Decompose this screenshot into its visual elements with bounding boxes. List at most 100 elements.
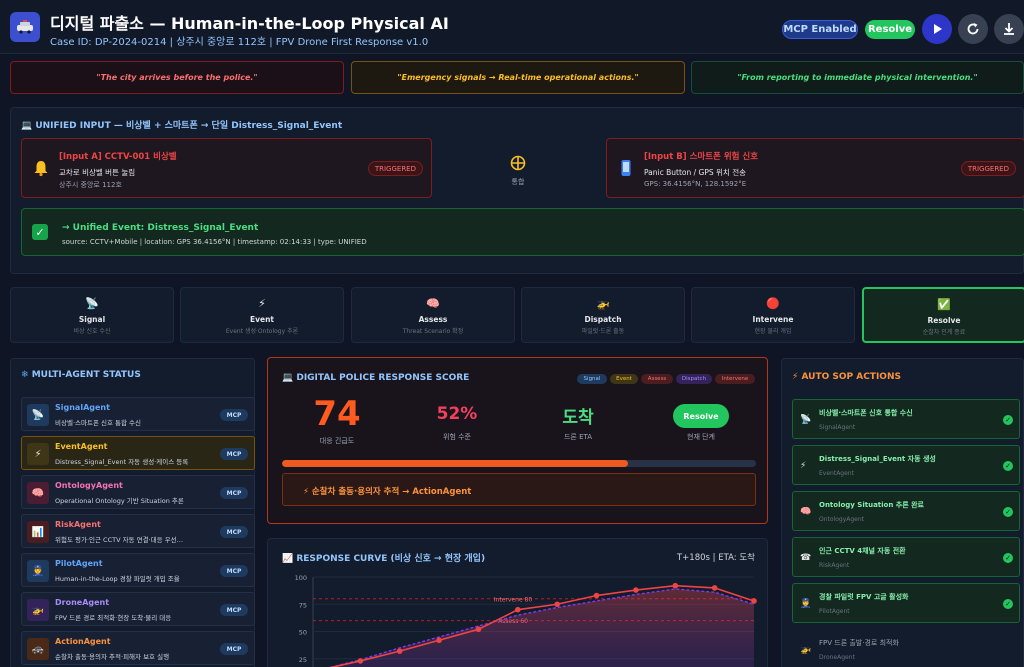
laptop-icon: 💻 (21, 121, 36, 131)
step-desc: 순찰차 인계 종료 (922, 329, 966, 336)
response-progress-bar (282, 460, 756, 467)
current-action-box: ⚡ 순찰차 출동·용의자 추적 → ActionAgent (282, 473, 756, 506)
brain-icon: 🧠 (426, 297, 440, 310)
download-button[interactable] (994, 14, 1024, 44)
agent-desc: FPV 드론 경로 최적화·현장 도착·물리 대응 (55, 614, 172, 622)
mcp-enabled-badge: MCP Enabled (782, 20, 858, 39)
agent-icon: 👮 (27, 560, 49, 582)
data-point (633, 587, 639, 593)
agent-mcp-badge: MCP (220, 409, 248, 421)
sop-item[interactable]: 👮 경찰 파일럿 FPV 고글 활성화 PilotAgent ✓ (792, 583, 1020, 623)
chip-event: Event (610, 374, 638, 384)
red-circle-icon: 🔴 (766, 297, 780, 310)
unified-input-title: 💻 UNIFIED INPUT — 비상벨 + 스마트폰 → 단일 Distre… (21, 121, 343, 131)
sop-item-agent: PilotAgent (819, 608, 850, 615)
sop-item[interactable]: 📡 비상벨·스마트폰 신호 통합 수신 SignalAgent ✓ (792, 399, 1020, 439)
agent-desc: 순찰차 출동·용의자 추적·피해자 보호 실행 (55, 653, 170, 661)
resolve-stage-button[interactable]: Resolve (673, 404, 729, 428)
response-progress-fill (282, 460, 629, 467)
data-point (672, 582, 679, 589)
agent-card-actionagent[interactable]: 🚓 ActionAgent 순찰차 출동·용의자 추적·피해자 보호 실행 MCP (21, 631, 255, 665)
agent-card-ontologyagent[interactable]: 🧠 OntologyAgent Operational Ontology 기반 Si… (21, 475, 255, 509)
drone-icon: 🚁 (596, 297, 610, 310)
check-box-icon: ✅ (937, 298, 951, 311)
auto-sop-panel: ⚡ AUTO SOP ACTIONS 📡 비상벨·스마트폰 신호 통합 수신 Sig… (781, 358, 1024, 667)
pipeline-step-event[interactable]: ⚡ Event Event 생성·Ontology 추론 (180, 287, 344, 343)
unified-event-card[interactable]: ✓ → Unified Event: Distress_Signal_Event… (21, 208, 1024, 256)
agent-mcp-badge: MCP (220, 526, 248, 538)
pipeline-step-intervene[interactable]: 🔴 Intervene 현장 물리 개입 (691, 287, 855, 343)
sop-item-agent: SignalAgent (819, 424, 856, 431)
input-b-desc: Panic Button / GPS 위치 전송 (644, 168, 747, 177)
agent-icon: ⚡ (27, 443, 49, 465)
step-name: Event (249, 315, 275, 324)
laptop-icon: 💻 (282, 373, 297, 383)
agent-mcp-badge: MCP (220, 604, 248, 616)
sop-item[interactable]: 🚁 FPV 드론 출발·경로 최적화 DroneAgent (792, 629, 1020, 667)
header: 디지털 파출소 — Human-in-the-Loop Physical AI … (0, 0, 1024, 54)
multi-agent-title: ❄ MULTI-AGENT STATUS (21, 370, 141, 380)
agent-card-pilotagent[interactable]: 👮 PilotAgent Human-in-the-Loop 경찰 파일럿 개입 조… (21, 553, 255, 587)
response-score-title: 💻 DIGITAL POLICE RESPONSE SCORE (282, 373, 470, 383)
check-circle-icon: ✓ (1003, 553, 1013, 563)
data-point (396, 648, 403, 654)
pipeline-step-dispatch[interactable]: 🚁 Dispatch 파일럿·드론 출동 (521, 287, 685, 343)
data-point (711, 585, 718, 591)
play-icon (934, 24, 942, 34)
input-a-desc: 교차로 비상벨 버튼 눌림 (59, 168, 136, 177)
refresh-button[interactable] (958, 14, 988, 44)
agent-card-droneagent[interactable]: 🚁 DroneAgent FPV 드론 경로 최적화·현장 도착·물리 대응 MCP (21, 592, 255, 626)
sop-agent-icon: 🚁 (800, 645, 812, 655)
agent-name: OntologyAgent (55, 481, 123, 490)
sop-item-name: Distress_Signal_Event 자동 생성 (819, 455, 936, 463)
agent-mcp-badge: MCP (220, 487, 248, 499)
agent-desc: 비상벨·스마트폰 신호 통합 수신 (55, 419, 142, 427)
sop-item-agent: RiskAgent (819, 562, 850, 569)
agent-name: EventAgent (55, 442, 108, 451)
input-a-card[interactable]: [Input A] CCTV-001 비상벨 교차로 비상벨 버튼 눌림 상주시… (21, 138, 432, 198)
step-name: Assess (418, 315, 448, 324)
snowflake-icon: ❄ (21, 370, 32, 380)
step-desc: Threat Scenario 확정 (402, 328, 464, 335)
lightning-icon: ⚡ (258, 297, 266, 310)
sop-item[interactable]: ⚡ Distress_Signal_Event 자동 생성 EventAgent ✓ (792, 445, 1020, 485)
pipeline-step-signal[interactable]: 📡 Signal 비상 신호 수신 (10, 287, 174, 343)
y-tick-label: 25 (299, 656, 307, 664)
sop-item[interactable]: 🧠 Ontology Situation 추론 완료 OntologyAgent ✓ (792, 491, 1020, 531)
agent-card-signalagent[interactable]: 📡 SignalAgent 비상벨·스마트폰 신호 통합 수신 MCP (21, 397, 255, 431)
agent-name: SignalAgent (55, 403, 110, 412)
tagline-emergency: "Emergency signals → Real-time operation… (351, 61, 685, 94)
smartphone-icon (621, 160, 631, 176)
agent-card-eventagent[interactable]: ⚡ EventAgent Distress_Signal_Event 자동 생성·케… (21, 436, 255, 470)
y-tick-label: 75 (299, 601, 307, 609)
step-desc: Event 생성·Ontology 추론 (225, 328, 299, 335)
agent-desc: Distress_Signal_Event 자동 생성·케이스 등록 (55, 458, 189, 466)
download-icon (1004, 23, 1014, 35)
tagline-city: "The city arrives before the police." (10, 61, 344, 94)
threshold-label: Intervene 80 (494, 596, 533, 603)
response-curve-panel: 📈 RESPONSE CURVE (비상 신호 → 현장 개입) T+180s … (267, 538, 768, 667)
response-curve-chart: 100755025Intervene 80Assess 60 (295, 574, 757, 667)
agent-name: PilotAgent (55, 559, 103, 568)
check-circle-icon: ✓ (1003, 599, 1013, 609)
data-point (751, 598, 757, 604)
agent-card-riskagent[interactable]: 📊 RiskAgent 위험도 평가·인근 CCTV 자동 연결·대응 우선… MCP (21, 514, 255, 548)
input-b-card[interactable]: [Input B] 스마트폰 위험 신호 Panic Button / GPS … (606, 138, 1024, 198)
sop-item-name: 경찰 파일럿 FPV 고글 활성화 (819, 593, 909, 601)
app-root: 디지털 파출소 — Human-in-the-Loop Physical AI … (0, 0, 1024, 667)
pipeline-step-assess[interactable]: 🧠 Assess Threat Scenario 확정 (351, 287, 515, 343)
agent-desc: 위험도 평가·인근 CCTV 자동 연결·대응 우선… (55, 536, 184, 544)
case-subtitle: Case ID: DP-2024-0214 | 상주시 중앙로 112호 | F… (50, 37, 429, 48)
auto-sop-title: ⚡ AUTO SOP ACTIONS (792, 372, 901, 382)
sop-item-name: 비상벨·스마트폰 신호 통합 수신 (819, 409, 913, 417)
tagline-intervention: "From reporting to immediate physical in… (691, 61, 1024, 94)
step-desc: 현장 물리 개입 (754, 328, 792, 335)
agent-mcp-badge: MCP (220, 448, 248, 460)
pipeline-step-resolve[interactable]: ✅ Resolve 순찰차 인계 종료 (862, 287, 1024, 343)
sop-item[interactable]: ☎ 인근 CCTV 4채널 자동 전환 RiskAgent ✓ (792, 537, 1020, 577)
sop-item-agent: DroneAgent (819, 654, 855, 661)
eta-label: 드론 ETA (563, 433, 593, 441)
agent-mcp-badge: MCP (220, 643, 248, 655)
current-action-text: ⚡ 순찰차 출동·용의자 추적 → ActionAgent (303, 487, 472, 497)
play-button[interactable] (922, 14, 952, 44)
